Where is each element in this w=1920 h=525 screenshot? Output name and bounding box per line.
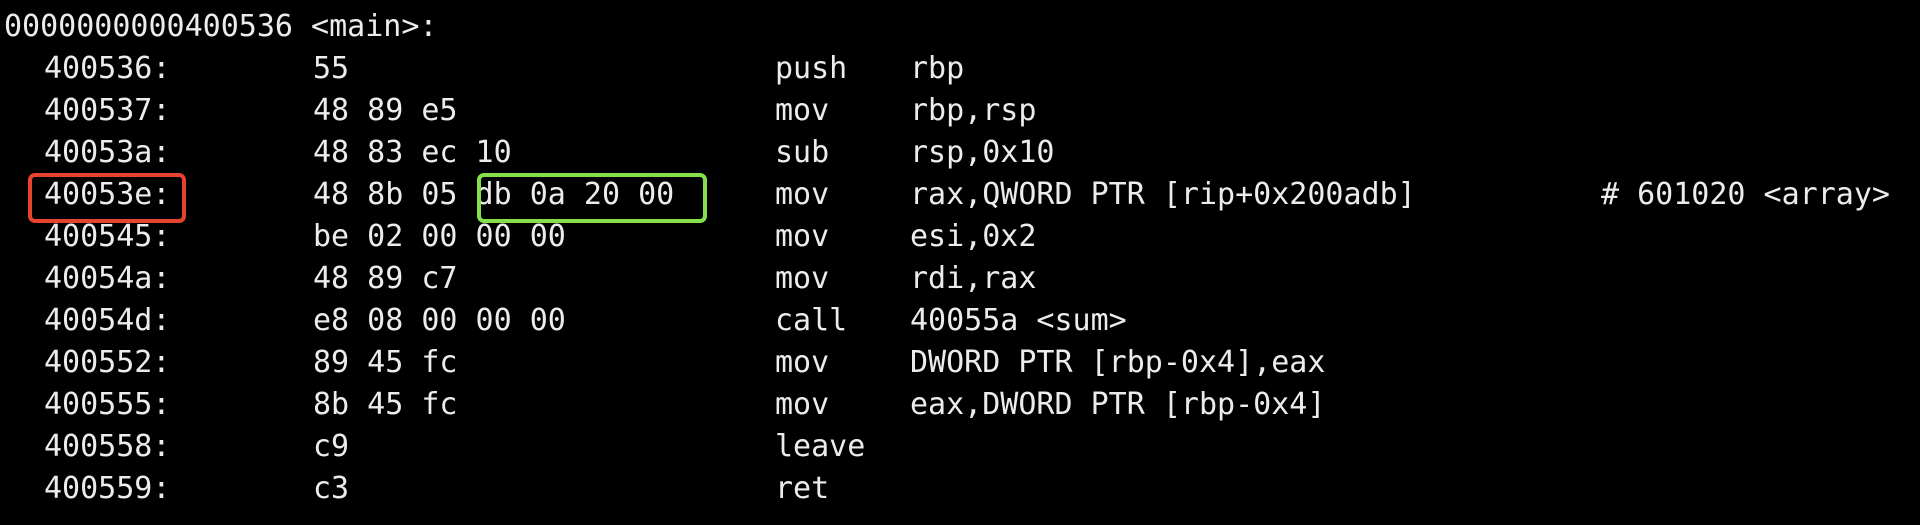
disassembly-line: 400537: 48 89 e5 mov rbp,rsp bbox=[0, 90, 1920, 132]
instruction-address: 400552: bbox=[44, 345, 171, 380]
instruction-bytes: 89 45 fc bbox=[313, 345, 458, 380]
instruction-address: 40054d: bbox=[44, 303, 171, 338]
instruction-operands: rdi,rax bbox=[910, 261, 1037, 296]
instruction-comment: # 601020 <array> bbox=[1601, 177, 1890, 212]
instruction-mnemonic: mov bbox=[775, 93, 830, 128]
instruction-mnemonic: push bbox=[775, 51, 848, 86]
disassembly-line: 400536: 55 push rbp bbox=[0, 48, 1920, 90]
instruction-mnemonic: call bbox=[775, 303, 848, 338]
instruction-bytes: 48 89 e5 bbox=[313, 93, 458, 128]
instruction-operands: rsp,0x10 bbox=[910, 135, 1055, 170]
instruction-mnemonic: sub bbox=[775, 135, 830, 170]
disassembly-line-highlighted: 40053e: 48 8b 05 db 0a 20 00 mov rax,QWO… bbox=[0, 174, 1920, 216]
disassembly-line: 400545: be 02 00 00 00 mov esi,0x2 bbox=[0, 216, 1920, 258]
instruction-operands: DWORD PTR [rbp-0x4],eax bbox=[910, 345, 1326, 380]
instruction-bytes: 48 83 ec 10 bbox=[313, 135, 512, 170]
instruction-mnemonic: mov bbox=[775, 345, 830, 380]
disassembly-line: 400558: c9 leave bbox=[0, 426, 1920, 468]
instruction-mnemonic: mov bbox=[775, 387, 830, 422]
instruction-mnemonic: leave bbox=[775, 429, 866, 464]
disassembly-line: 40054d: e8 08 00 00 00 call 40055a <sum> bbox=[0, 300, 1920, 342]
instruction-operands: eax,DWORD PTR [rbp-0x4] bbox=[910, 387, 1326, 422]
terminal-window: 0000000000400536 <main>: 400536: 55 push… bbox=[0, 0, 1920, 525]
instruction-address: 400536: bbox=[44, 51, 171, 86]
instruction-operands: esi,0x2 bbox=[910, 219, 1037, 254]
instruction-address: 400537: bbox=[44, 93, 171, 128]
instruction-operands: rax,QWORD PTR [rip+0x200adb] bbox=[910, 177, 1416, 212]
disassembly-line: 400555: 8b 45 fc mov eax,DWORD PTR [rbp-… bbox=[0, 384, 1920, 426]
instruction-operands: rbp,rsp bbox=[910, 93, 1037, 128]
disassembly-line: 40053a: 48 83 ec 10 sub rsp,0x10 bbox=[0, 132, 1920, 174]
instruction-mnemonic: mov bbox=[775, 261, 830, 296]
instruction-bytes: 48 89 c7 bbox=[313, 261, 458, 296]
bytes-highlight-box bbox=[477, 173, 707, 223]
disassembly-line: 40054a: 48 89 c7 mov rdi,rax bbox=[0, 258, 1920, 300]
instruction-address: 400558: bbox=[44, 429, 171, 464]
instruction-bytes: e8 08 00 00 00 bbox=[313, 303, 566, 338]
instruction-address: 40054a: bbox=[44, 261, 171, 296]
instruction-bytes: 55 bbox=[313, 51, 350, 86]
instruction-mnemonic: ret bbox=[775, 471, 830, 506]
function-header: 0000000000400536 <main>: bbox=[4, 9, 438, 44]
disassembly-line: 400552: 89 45 fc mov DWORD PTR [rbp-0x4]… bbox=[0, 342, 1920, 384]
instruction-mnemonic: mov bbox=[775, 219, 830, 254]
address-highlight-box bbox=[28, 173, 186, 223]
instruction-address: 400555: bbox=[44, 387, 171, 422]
instruction-address: 40053a: bbox=[44, 135, 171, 170]
instruction-address: 400559: bbox=[44, 471, 171, 506]
instruction-operands: 40055a <sum> bbox=[910, 303, 1127, 338]
disassembly-line: 400559: c3 ret bbox=[0, 468, 1920, 510]
instruction-bytes: c9 bbox=[313, 429, 350, 464]
instruction-bytes: c3 bbox=[313, 471, 350, 506]
instruction-mnemonic: mov bbox=[775, 177, 830, 212]
instruction-operands: rbp bbox=[910, 51, 965, 86]
instruction-bytes: 8b 45 fc bbox=[313, 387, 458, 422]
